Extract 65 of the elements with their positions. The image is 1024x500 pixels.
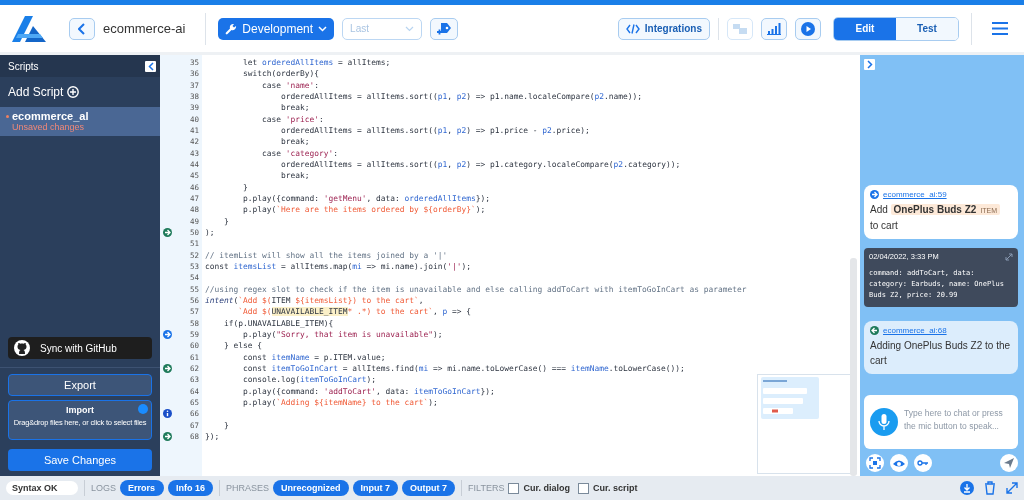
chevron-right-icon [866, 60, 873, 69]
download-icon[interactable] [960, 481, 974, 495]
expand-icon [1005, 252, 1013, 261]
mode-tab[interactable]: Test [896, 17, 958, 40]
sidebar-title: Scripts [8, 60, 39, 72]
chat-input[interactable]: Type here to chat or press the mic button to speak... [864, 395, 1018, 449]
tag-add-button[interactable] [430, 17, 459, 40]
source-link[interactable]: ecommerce_ai:68 [883, 326, 947, 335]
code-icon [625, 23, 640, 34]
integrations-button[interactable]: Integrations [617, 17, 710, 40]
github-sync-button[interactable]: Sync with GitHub [8, 337, 152, 359]
filter-button[interactable]: Unrecognized [273, 480, 349, 496]
filter-button[interactable]: Output 7 [402, 480, 456, 496]
message-text: Add [870, 204, 888, 215]
expand-button[interactable] [864, 59, 875, 70]
checkbox-label: Cur. script [592, 483, 638, 493]
plus-circle-icon [67, 86, 80, 98]
syntax-status: Syntax OK [6, 481, 78, 495]
chevron-left-icon [147, 61, 154, 71]
back-button[interactable] [69, 17, 95, 40]
group-label: LOGS [91, 483, 116, 493]
filter-button[interactable]: Input 7 [352, 480, 399, 496]
wrench-icon [225, 22, 238, 35]
menu-button[interactable] [990, 20, 1010, 37]
collapse-button[interactable] [145, 60, 156, 72]
trash-icon[interactable] [984, 481, 996, 495]
caret-icon [405, 25, 415, 32]
checkbox-label: Cur. dialog [523, 483, 570, 493]
key-icon[interactable] [914, 454, 932, 472]
add-script-button[interactable]: Add Script [0, 77, 160, 107]
analytics-button[interactable] [761, 17, 787, 40]
mode-tab[interactable]: Edit [834, 17, 896, 40]
save-changes-button[interactable]: Save Changes [8, 449, 152, 471]
tag-plus-icon [436, 21, 453, 36]
eye-icon[interactable] [890, 454, 908, 472]
checkbox[interactable] [508, 482, 520, 494]
menu-icon [992, 22, 1008, 35]
source-link[interactable]: ecommerce_ai:59 [883, 190, 947, 199]
export-button[interactable]: Export [8, 374, 152, 396]
microphone-icon [878, 414, 890, 430]
windows-icon [733, 23, 747, 34]
message-text: Adding OnePlus Buds Z2 to the cart [870, 340, 1011, 366]
github-icon [14, 340, 30, 356]
project-name: ecommerce-ai [103, 21, 186, 36]
script-item[interactable]: ecommerce_al Unsaved changes [0, 107, 160, 136]
bar-chart-icon [767, 22, 781, 35]
group-label: FILTERS [468, 483, 505, 493]
caret-icon [318, 25, 328, 32]
expand-arrows-icon[interactable] [1006, 482, 1018, 494]
send-icon[interactable] [1000, 454, 1018, 472]
environment-dropdown[interactable]: Development [218, 17, 335, 40]
message-text: to cart [870, 220, 898, 231]
logo-icon [12, 15, 46, 42]
filter-button[interactable]: Errors [120, 480, 164, 496]
arrow-left-circle-icon [870, 326, 879, 335]
play-button[interactable] [795, 17, 821, 40]
checkbox[interactable] [577, 482, 589, 494]
play-icon [801, 21, 815, 36]
arrow-right-circle-icon [870, 190, 879, 199]
scrollbar[interactable] [850, 258, 857, 476]
scan-icon[interactable] [866, 454, 884, 472]
chevron-left-icon [78, 22, 86, 35]
group-label: PHRASES [226, 483, 270, 493]
filter-button[interactable]: Info 16 [168, 480, 214, 496]
mic-button[interactable] [870, 408, 898, 436]
